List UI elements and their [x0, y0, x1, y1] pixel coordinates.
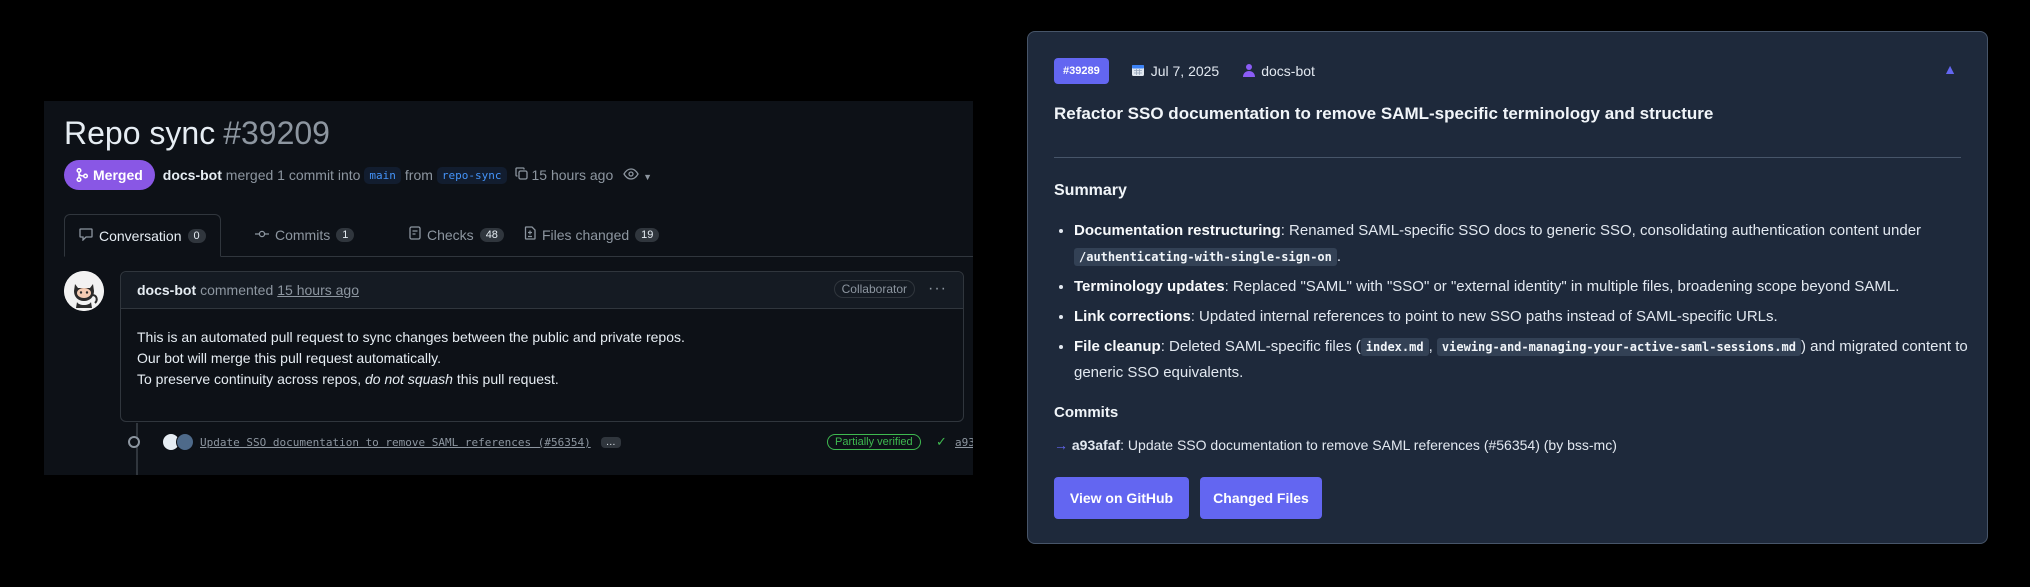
- item-text: : Renamed SAML-specific SSO docs to gene…: [1280, 222, 1922, 239]
- from-text: from: [404, 167, 433, 183]
- item-code: /authenticating-with-single-sign-on: [1074, 248, 1337, 266]
- date-item: Jul 7, 2025: [1131, 63, 1220, 80]
- item-text: : Updated internal references to point t…: [1190, 308, 1778, 325]
- list-item: Link corrections: Updated internal refer…: [1074, 304, 1979, 330]
- item-text: : Replaced "SAML" with "SSO" or "externa…: [1224, 278, 1900, 295]
- pr-comment: docs-bot commented 15 hours ago Collabor…: [120, 271, 964, 422]
- commit-icon: [255, 227, 269, 242]
- comment-line: Our bot will merge this pull request aut…: [137, 350, 441, 366]
- merge-icon: [76, 168, 88, 182]
- pr-time-ago: 15 hours ago: [531, 167, 614, 183]
- avatar[interactable]: [176, 433, 194, 451]
- changed-files-button[interactable]: Changed Files: [1200, 477, 1322, 519]
- tab-label: Files changed: [542, 226, 630, 243]
- item-label: Documentation restructuring: [1074, 222, 1281, 239]
- expand-commit-button[interactable]: …: [600, 436, 621, 448]
- tab-label: Commits: [275, 226, 331, 243]
- tab-label: Conversation: [99, 227, 182, 244]
- commit-text: : Update SSO documentation to remove SAM…: [1120, 437, 1617, 453]
- comment-text: this pull request.: [456, 371, 559, 387]
- tab-count: 19: [635, 227, 660, 242]
- tab-commits[interactable]: Commits 1: [255, 214, 355, 255]
- commit-dot-icon: [128, 436, 140, 448]
- pr-tabs: Conversation 0 Commits 1 Checks 48 Files…: [64, 214, 973, 257]
- card-title: Refactor SSO documentation to remove SAM…: [1054, 104, 1714, 123]
- avatar[interactable]: [64, 271, 104, 311]
- comment-header: docs-bot commented 15 hours ago Collabor…: [121, 272, 963, 309]
- comment-action: commented: [200, 282, 274, 298]
- pr-number-badge: #39289: [1054, 58, 1109, 84]
- item-text: .: [1336, 248, 1342, 265]
- kebab-menu-icon[interactable]: ···: [928, 280, 947, 298]
- summary-heading: Summary: [1054, 182, 1127, 199]
- checklist-icon: [409, 226, 421, 243]
- arrow-right-icon: →: [1054, 437, 1068, 453]
- commit-message-link[interactable]: Update SSO documentation to remove SAML …: [200, 436, 591, 449]
- merged-text: merged 1 commit into: [225, 167, 361, 183]
- item-text: : Deleted SAML-specific files (: [1160, 338, 1361, 355]
- file-diff-icon: [524, 226, 536, 243]
- merged-badge: Merged: [64, 160, 155, 190]
- user-icon: [1243, 63, 1256, 80]
- list-item: Documentation restructuring: Renamed SAM…: [1074, 218, 1979, 270]
- tab-count: 48: [479, 227, 504, 242]
- watch-eye-icon[interactable]: ▼: [623, 167, 652, 183]
- summary-list: Documentation restructuring: Renamed SAM…: [1054, 218, 1979, 390]
- comment-time[interactable]: 15 hours ago: [277, 282, 359, 298]
- pr-title: Repo sync #39209: [64, 115, 330, 152]
- chevron-down-icon: ▼: [643, 172, 653, 182]
- collapse-triangle-icon[interactable]: ▲: [1943, 61, 1957, 77]
- comment-author[interactable]: docs-bot: [137, 282, 196, 298]
- comment-body: This is an automated pull request to syn…: [121, 309, 963, 408]
- tab-checks[interactable]: Checks 48: [409, 214, 504, 255]
- comment-icon: [79, 227, 93, 244]
- author-item: docs-bot: [1243, 63, 1315, 80]
- pr-number: #39209: [223, 115, 330, 151]
- item-label: Terminology updates: [1074, 278, 1225, 295]
- collaborator-badge: Collaborator: [833, 280, 915, 298]
- github-pr-screenshot: Repo sync #39209 Merged docs-bot merged 1…: [44, 101, 973, 475]
- tab-conversation[interactable]: Conversation 0: [64, 214, 221, 257]
- head-branch[interactable]: repo-sync: [436, 166, 507, 184]
- commit-sha: a93afaf: [1071, 437, 1121, 453]
- tab-label: Checks: [427, 226, 474, 243]
- pr-summary-card: #39289 Jul 7, 2025 docs-bot ▲ Refactor S…: [1027, 31, 1988, 544]
- verified-badge[interactable]: Partially verified: [827, 434, 921, 450]
- commit-sha-link[interactable]: a93afaf: [955, 436, 973, 449]
- comment-text: To preserve continuity across repos,: [137, 371, 362, 387]
- comment-emphasis: do not squash: [365, 371, 453, 387]
- tab-count: 0: [187, 228, 206, 243]
- pr-meta: Merged docs-bot merged 1 commit into mai…: [64, 160, 656, 190]
- commits-heading: Commits: [1054, 404, 1119, 421]
- item-label: File cleanup: [1074, 338, 1161, 355]
- tab-files-changed[interactable]: Files changed 19: [524, 214, 660, 255]
- tab-count: 1: [336, 227, 355, 242]
- pr-author: docs-bot: [1261, 63, 1315, 79]
- list-item: Terminology updates: Replaced "SAML" wit…: [1074, 274, 1979, 300]
- calendar-icon: [1131, 63, 1145, 80]
- item-text: ,: [1428, 338, 1433, 355]
- comment-line: This is an automated pull request to syn…: [137, 329, 685, 345]
- card-header: #39289 Jul 7, 2025 docs-bot ▲: [1054, 57, 1961, 85]
- check-icon: ✓: [936, 434, 947, 449]
- octocat-avatar-icon: [64, 271, 104, 311]
- item-code: index.md: [1360, 338, 1429, 356]
- pr-author-link[interactable]: docs-bot: [163, 167, 222, 183]
- merged-label: Merged: [93, 167, 143, 183]
- pr-title-text: Repo sync: [64, 115, 216, 151]
- commit-entry: → a93afaf: Update SSO documentation to r…: [1054, 437, 1617, 453]
- comment-line: To preserve continuity across repos, do …: [137, 369, 947, 390]
- divider: [1054, 157, 1961, 158]
- item-code: viewing-and-managing-your-active-saml-se…: [1436, 338, 1801, 356]
- pr-date: Jul 7, 2025: [1150, 63, 1220, 79]
- view-on-github-button[interactable]: View on GitHub: [1054, 477, 1189, 519]
- base-branch[interactable]: main: [364, 166, 401, 184]
- commit-row: Update SSO documentation to remove SAML …: [128, 431, 973, 453]
- item-label: Link corrections: [1074, 308, 1191, 325]
- list-item: File cleanup: Deleted SAML-specific file…: [1074, 334, 1979, 386]
- copy-icon[interactable]: [514, 167, 528, 183]
